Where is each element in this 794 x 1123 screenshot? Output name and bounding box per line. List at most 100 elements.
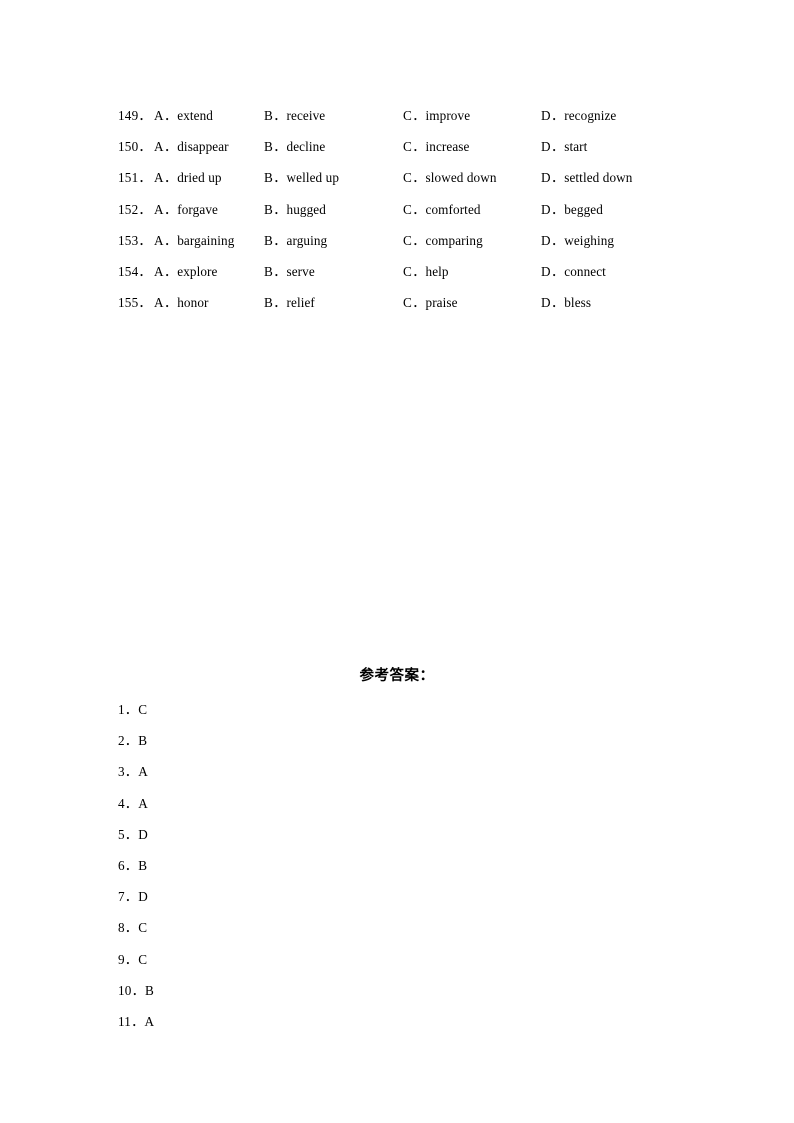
question-option-c: C．comforted — [403, 194, 541, 225]
option-letter-a: A — [154, 201, 164, 217]
option-separator: ． — [412, 170, 426, 186]
question-number: 151． — [118, 170, 152, 186]
question-option-b: B．serve — [264, 256, 403, 287]
answer-value: B — [144, 982, 154, 998]
question-number: 149． — [118, 108, 152, 123]
option-letter-c: C — [403, 232, 413, 248]
question-option-b: B．decline — [264, 131, 403, 162]
answer-row: 9．C — [118, 944, 418, 975]
option-separator: ． — [550, 170, 565, 186]
question-row: 153． A．bargaining B．arguing C．comparing D．we… — [118, 225, 718, 256]
option-letter-b: B — [264, 108, 274, 123]
option-letter-c: C — [403, 295, 413, 311]
option-letter-a: A — [154, 170, 164, 186]
option-text-b: receive — [286, 108, 326, 123]
answer-number: 10． — [118, 982, 145, 998]
answer-key-list: 1．C 2．B 3．A 4．A 5．D 6．B 7．D 8．C 9．C 10．B… — [118, 694, 418, 1037]
answer-row: 2．B — [118, 725, 418, 756]
option-letter-d: D — [541, 263, 551, 279]
question-number: 152． — [118, 201, 152, 217]
option-text-b: welled up — [286, 170, 340, 186]
question-option-c: C．improve — [403, 100, 541, 131]
answer-number: 2． — [118, 733, 139, 749]
multiple-choice-question-list: 149． A．extend B．receive C．improve D．recogniz… — [118, 100, 718, 318]
question-row: 149． A．extend B．receive C．improve D．recogniz… — [118, 100, 718, 131]
answer-row: 5．D — [118, 819, 418, 850]
question-number: 155． — [118, 295, 152, 311]
answer-value: C — [138, 702, 148, 717]
question-option-a: A．dried up — [154, 162, 264, 193]
option-separator: ． — [550, 232, 565, 248]
option-text-a: explore — [177, 263, 218, 279]
option-text-d: connect — [564, 263, 606, 279]
answer-number: 6． — [118, 857, 139, 873]
question-option-c: C．help — [403, 256, 541, 287]
answer-value: C — [138, 920, 148, 936]
option-text-c: praise — [425, 295, 458, 311]
option-separator: ． — [550, 108, 565, 123]
option-separator: ． — [412, 232, 426, 248]
option-text-b: relief — [286, 295, 315, 311]
option-separator: ． — [550, 139, 565, 155]
option-letter-b: B — [264, 170, 274, 186]
option-text-a: extend — [177, 108, 213, 123]
option-text-d: recognize — [564, 108, 617, 123]
option-text-a: honor — [177, 295, 209, 311]
option-letter-b: B — [264, 201, 274, 217]
question-option-a: A．extend — [154, 100, 264, 131]
question-option-d: D．weighing — [541, 225, 614, 256]
answer-number: 4． — [118, 795, 139, 811]
question-option-d: D．start — [541, 131, 587, 162]
option-letter-b: B — [264, 232, 274, 248]
option-letter-c: C — [403, 170, 413, 186]
option-letter-c: C — [403, 139, 413, 155]
question-option-a: A．honor — [154, 287, 264, 318]
option-text-a: dried up — [177, 170, 222, 186]
question-option-b: B．hugged — [264, 194, 403, 225]
option-text-d: begged — [564, 201, 603, 217]
answer-key-heading: 参考答案： — [359, 668, 435, 684]
question-row: 155． A．honor B．relief C．praise D．bless — [118, 287, 718, 318]
question-option-b: B．welled up — [264, 162, 403, 193]
option-separator: ． — [273, 295, 287, 311]
option-separator: ． — [273, 139, 287, 155]
question-option-c: C．praise — [403, 287, 541, 318]
question-option-d: D．begged — [541, 194, 603, 225]
option-separator: ． — [163, 170, 178, 186]
answer-row: 1．C — [118, 694, 418, 725]
option-letter-c: C — [403, 263, 413, 279]
option-letter-c: C — [403, 201, 413, 217]
answer-row: 3．A — [118, 756, 418, 787]
answer-number: 7． — [118, 889, 139, 905]
option-letter-b: B — [264, 295, 274, 311]
option-separator: ． — [412, 295, 426, 311]
question-option-d: D．recognize — [541, 100, 616, 131]
option-text-a: forgave — [177, 201, 218, 217]
answer-value: C — [138, 951, 148, 967]
answer-value: A — [144, 1013, 155, 1029]
question-option-c: C．comparing — [403, 225, 541, 256]
answer-number: 9． — [118, 951, 139, 967]
option-text-d: bless — [564, 295, 592, 311]
question-row: 150． A．disappear B．decline C．increase D．star… — [118, 131, 718, 162]
option-separator: ． — [412, 139, 426, 155]
question-number: 154． — [118, 263, 152, 279]
document-page: 149． A．extend B．receive C．improve D．recogniz… — [0, 0, 794, 1123]
question-number: 153． — [118, 232, 152, 248]
question-option-b: B．receive — [264, 100, 403, 131]
question-row: 154． A．explore B．serve C．help D．connect — [118, 256, 718, 287]
option-separator: ． — [163, 232, 178, 248]
option-text-c: slowed down — [425, 170, 497, 186]
question-option-b: B．relief — [264, 287, 403, 318]
option-text-a: disappear — [177, 139, 229, 155]
answer-row: 10．B — [118, 975, 418, 1006]
option-separator: ． — [273, 108, 287, 123]
option-letter-a: A — [154, 139, 164, 155]
option-separator: ． — [273, 170, 287, 186]
option-text-c: comforted — [425, 201, 481, 217]
option-separator: ． — [163, 295, 178, 311]
option-letter-d: D — [541, 170, 551, 186]
option-text-b: decline — [286, 139, 326, 155]
option-separator: ． — [273, 201, 287, 217]
option-letter-a: A — [154, 108, 164, 123]
